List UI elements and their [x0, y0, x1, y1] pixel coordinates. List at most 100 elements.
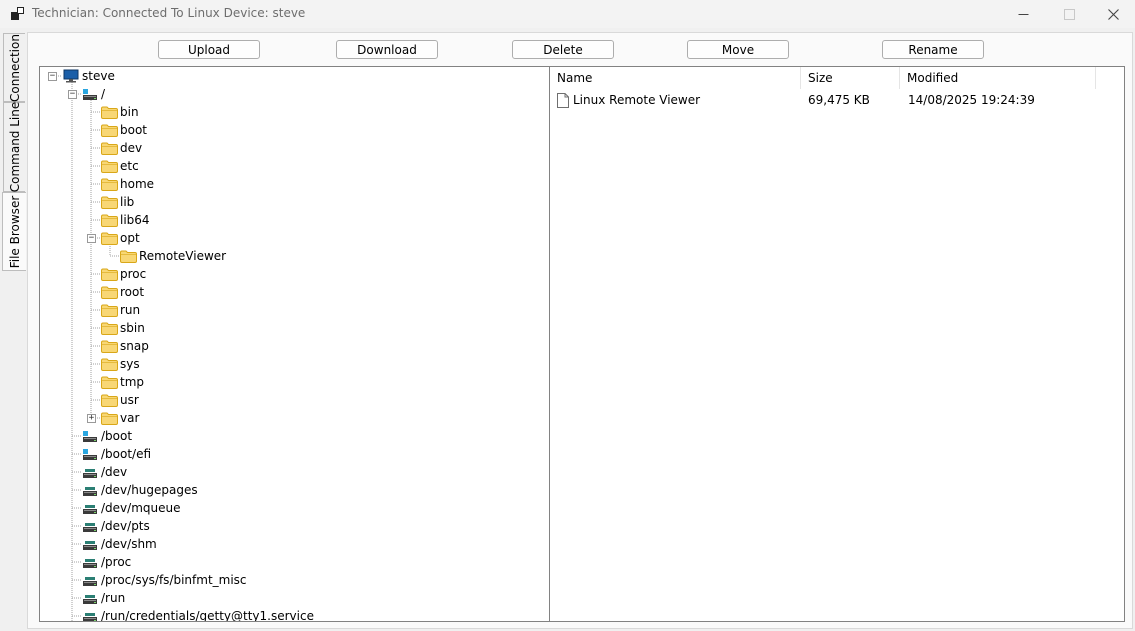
tree-node-label: lib	[120, 195, 135, 209]
file-name: Linux Remote Viewer	[573, 93, 701, 107]
tree-node-label: opt	[120, 231, 140, 245]
tree-node-mount[interactable]: /boot	[81, 427, 132, 445]
tree-node-folder[interactable]: lib64	[100, 211, 150, 229]
tree-node-folder[interactable]: RemoteViewer	[119, 247, 226, 265]
collapse-icon[interactable]: −	[68, 90, 77, 99]
collapse-icon[interactable]: −	[87, 234, 96, 243]
tab-command-line[interactable]: Command Line	[3, 102, 25, 192]
tree-node-folder[interactable]: run	[100, 301, 140, 319]
computer-icon	[62, 68, 80, 84]
tree-node-folder[interactable]: lib	[100, 193, 134, 211]
tree-node-label: /proc/sys/fs/binfmt_misc	[101, 573, 247, 587]
tree-node-drive[interactable]: /	[81, 85, 105, 103]
folder-icon	[100, 338, 118, 354]
delete-button[interactable]: Delete	[512, 40, 614, 59]
folder-icon	[100, 266, 118, 282]
close-button[interactable]	[1090, 0, 1135, 28]
tree-node-mount[interactable]: /dev	[81, 463, 127, 481]
network-drive-icon	[81, 590, 99, 606]
column-header-size[interactable]: Size	[801, 67, 900, 89]
tree-node-label: usr	[120, 393, 139, 407]
network-drive-icon	[81, 608, 99, 621]
tree-node-mount[interactable]: /dev/mqueue	[81, 499, 180, 517]
tree-node-mount[interactable]: /proc/sys/fs/binfmt_misc	[81, 571, 247, 589]
tree-node-mount[interactable]: /boot/efi	[81, 445, 151, 463]
file-modified: 14/08/2025 19:24:39	[908, 93, 1035, 107]
tree-node-mount[interactable]: /run	[81, 589, 125, 607]
file-list[interactable]: Name Size Modified Linux Remote Viewer 6…	[549, 66, 1125, 622]
tree-node-folder[interactable]: sys	[100, 355, 140, 373]
tree-node-folder[interactable]: tmp	[100, 373, 144, 391]
expand-icon[interactable]: +	[87, 414, 96, 423]
tree-node-folder[interactable]: etc	[100, 157, 139, 175]
network-drive-icon	[81, 554, 99, 570]
tree-node-mount[interactable]: /dev/pts	[81, 517, 150, 535]
tree-node-mount[interactable]: /dev/shm	[81, 535, 157, 553]
tab-connection[interactable]: Connection	[3, 33, 25, 102]
tree-node-label: var	[120, 411, 140, 425]
drive-icon	[81, 428, 99, 444]
folder-icon	[100, 140, 118, 156]
upload-button[interactable]: Upload	[158, 40, 260, 59]
directory-tree[interactable]: steve − / − bin boot dev etc home lib lib64 opt − Rem…	[39, 66, 550, 622]
tree-node-mount[interactable]: /run/credentials/getty@tty1.service	[81, 607, 314, 621]
column-header-name[interactable]: Name	[550, 67, 801, 89]
tree-node-label: /run	[101, 591, 126, 605]
folder-icon	[100, 284, 118, 300]
tree-node-label: /dev	[101, 465, 128, 479]
tree-node-label: etc	[120, 159, 139, 173]
folder-icon	[119, 248, 137, 264]
tab-file-browser[interactable]: File Browser	[2, 192, 26, 271]
tree-node-folder[interactable]: dev	[100, 139, 142, 157]
tree-node-computer[interactable]: steve	[62, 67, 115, 85]
tab-command-line-label: Command Line	[7, 101, 22, 193]
file-icon	[557, 92, 569, 108]
tree-node-label: home	[120, 177, 155, 191]
drive-icon	[81, 446, 99, 462]
tree-node-label: RemoteViewer	[139, 249, 227, 263]
tab-file-browser-label: File Browser	[7, 195, 22, 268]
tree-node-label: bin	[120, 105, 139, 119]
folder-icon	[100, 176, 118, 192]
tree-node-label: /dev/mqueue	[101, 501, 181, 515]
maximize-button[interactable]	[1046, 0, 1092, 28]
side-tab-strip: Connection Command Line File Browser	[1, 32, 26, 631]
tree-node-label: /dev/hugepages	[101, 483, 198, 497]
tree-node-mount[interactable]: /dev/hugepages	[81, 481, 198, 499]
title-bar: Technician: Connected To Linux Device: s…	[0, 0, 1135, 28]
tree-node-label: steve	[82, 69, 115, 83]
file-row[interactable]: Linux Remote Viewer 69,475 KB 14/08/2025…	[550, 91, 1124, 109]
download-button[interactable]: Download	[336, 40, 438, 59]
tree-node-label: snap	[120, 339, 149, 353]
network-drive-icon	[81, 464, 99, 480]
network-drive-icon	[81, 536, 99, 552]
tree-node-label: root	[120, 285, 145, 299]
folder-icon	[100, 356, 118, 372]
tree-node-folder[interactable]: var	[100, 409, 139, 427]
tree-node-folder[interactable]: sbin	[100, 319, 145, 337]
drive-icon	[81, 86, 99, 102]
tree-node-label: /dev/shm	[101, 537, 157, 551]
tree-node-folder[interactable]: snap	[100, 337, 149, 355]
rename-button[interactable]: Rename	[882, 40, 984, 59]
tree-node-label: /	[101, 87, 106, 101]
tree-node-folder[interactable]: proc	[100, 265, 146, 283]
tree-node-folder[interactable]: usr	[100, 391, 139, 409]
tree-node-folder[interactable]: boot	[100, 121, 147, 139]
tree-node-label: lib64	[120, 213, 150, 227]
move-button[interactable]: Move	[687, 40, 789, 59]
close-icon	[1107, 8, 1119, 20]
tree-node-folder[interactable]: root	[100, 283, 144, 301]
column-header-modified[interactable]: Modified	[900, 67, 1096, 89]
tree-node-label: boot	[120, 123, 148, 137]
collapse-icon[interactable]: −	[48, 72, 57, 81]
tree-node-folder[interactable]: bin	[100, 103, 139, 121]
tree-node-label: sbin	[120, 321, 145, 335]
minimize-button[interactable]	[1000, 0, 1046, 28]
tree-node-mount[interactable]: /proc	[81, 553, 131, 571]
tree-node-folder[interactable]: home	[100, 175, 154, 193]
tree-node-folder[interactable]: opt	[100, 229, 140, 247]
folder-icon	[100, 410, 118, 426]
folder-icon	[100, 158, 118, 174]
app-icon	[11, 7, 24, 20]
